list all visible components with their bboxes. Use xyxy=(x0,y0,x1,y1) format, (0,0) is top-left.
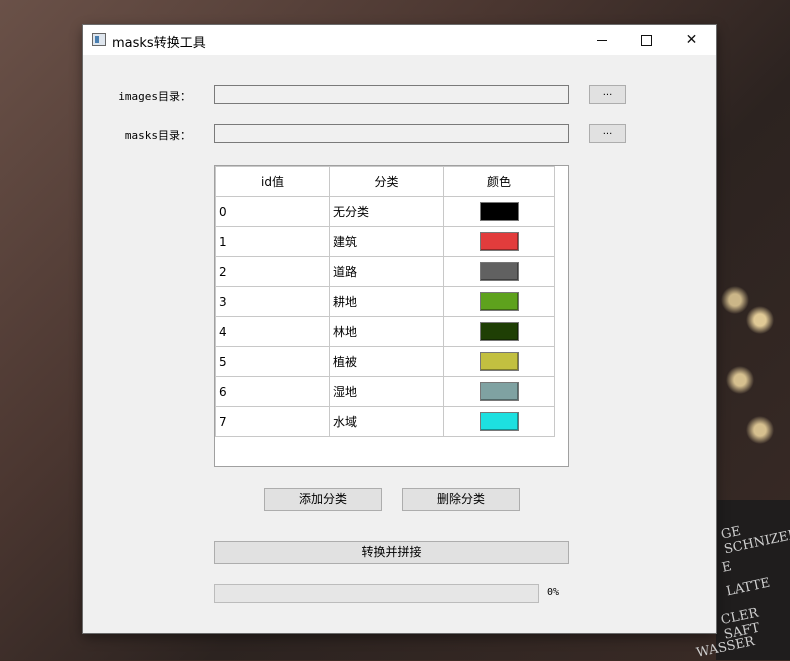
delete-category-button[interactable]: 删除分类 xyxy=(402,488,520,511)
images-browse-button[interactable]: ... xyxy=(589,85,626,104)
id-cell[interactable]: 2 xyxy=(215,256,330,287)
table-row[interactable]: 6 湿地 xyxy=(215,376,555,407)
title-bar[interactable]: masks转换工具 ✕ xyxy=(83,25,716,55)
close-button[interactable]: ✕ xyxy=(669,25,714,55)
color-swatch[interactable] xyxy=(479,352,519,371)
images-dir-label: images目录： xyxy=(118,90,191,103)
id-cell[interactable]: 3 xyxy=(215,286,330,317)
table-row[interactable]: 0 无分类 xyxy=(215,196,555,227)
color-swatch[interactable] xyxy=(479,292,519,311)
color-swatch[interactable] xyxy=(479,202,519,221)
color-cell[interactable] xyxy=(443,286,555,317)
minimize-icon xyxy=(596,39,607,41)
table-row[interactable]: 5 植被 xyxy=(215,346,555,377)
table-header-row: id值 分类 颜色 xyxy=(215,166,555,197)
convert-and-stitch-button[interactable]: 转换并拼接 xyxy=(214,541,569,564)
color-cell[interactable] xyxy=(443,406,555,437)
app-window: masks转换工具 ✕ images目录： ... masks目录： ... i… xyxy=(83,25,716,633)
id-cell[interactable]: 1 xyxy=(215,226,330,257)
color-swatch[interactable] xyxy=(479,412,519,431)
id-cell[interactable]: 0 xyxy=(215,196,330,227)
color-swatch[interactable] xyxy=(479,382,519,401)
header-id[interactable]: id值 xyxy=(215,166,330,197)
color-cell[interactable] xyxy=(443,226,555,257)
category-cell[interactable]: 林地 xyxy=(329,316,444,347)
category-cell[interactable]: 无分类 xyxy=(329,196,444,227)
add-category-button[interactable]: 添加分类 xyxy=(264,488,382,511)
category-cell[interactable]: 植被 xyxy=(329,346,444,377)
masks-dir-label: masks目录： xyxy=(124,129,191,142)
color-cell[interactable] xyxy=(443,256,555,287)
progress-bar xyxy=(214,584,539,603)
images-dir-input[interactable] xyxy=(214,85,569,104)
category-cell[interactable]: 湿地 xyxy=(329,376,444,407)
table-row[interactable]: 4 林地 xyxy=(215,316,555,347)
table-row[interactable]: 2 道路 xyxy=(215,256,555,287)
color-cell[interactable] xyxy=(443,376,555,407)
table-row[interactable]: 1 建筑 xyxy=(215,226,555,257)
app-icon xyxy=(92,33,106,46)
color-swatch[interactable] xyxy=(479,262,519,281)
maximize-button[interactable] xyxy=(624,25,669,55)
id-cell[interactable]: 7 xyxy=(215,406,330,437)
color-swatch[interactable] xyxy=(479,322,519,341)
maximize-icon xyxy=(641,34,652,46)
progress-text: 0% xyxy=(547,587,560,598)
header-category[interactable]: 分类 xyxy=(329,166,444,197)
color-cell[interactable] xyxy=(443,316,555,347)
close-icon: ✕ xyxy=(685,32,698,48)
table-row[interactable]: 7 水域 xyxy=(215,406,555,437)
id-cell[interactable]: 6 xyxy=(215,376,330,407)
color-swatch[interactable] xyxy=(479,232,519,251)
category-cell[interactable]: 建筑 xyxy=(329,226,444,257)
header-color[interactable]: 颜色 xyxy=(443,166,555,197)
window-title: masks转换工具 xyxy=(112,36,206,51)
category-cell[interactable]: 道路 xyxy=(329,256,444,287)
category-cell[interactable]: 水域 xyxy=(329,406,444,437)
minimize-button[interactable] xyxy=(579,25,624,55)
table-row[interactable]: 3 耕地 xyxy=(215,286,555,317)
category-table[interactable]: id值 分类 颜色 0 无分类 1 建筑 2 道路 3 耕地 4 林地 5 植被 6 湿地 7 水域 xyxy=(214,165,569,467)
category-cell[interactable]: 耕地 xyxy=(329,286,444,317)
id-cell[interactable]: 5 xyxy=(215,346,330,377)
color-cell[interactable] xyxy=(443,346,555,377)
id-cell[interactable]: 4 xyxy=(215,316,330,347)
masks-browse-button[interactable]: ... xyxy=(589,124,626,143)
color-cell[interactable] xyxy=(443,196,555,227)
masks-dir-input[interactable] xyxy=(214,124,569,143)
